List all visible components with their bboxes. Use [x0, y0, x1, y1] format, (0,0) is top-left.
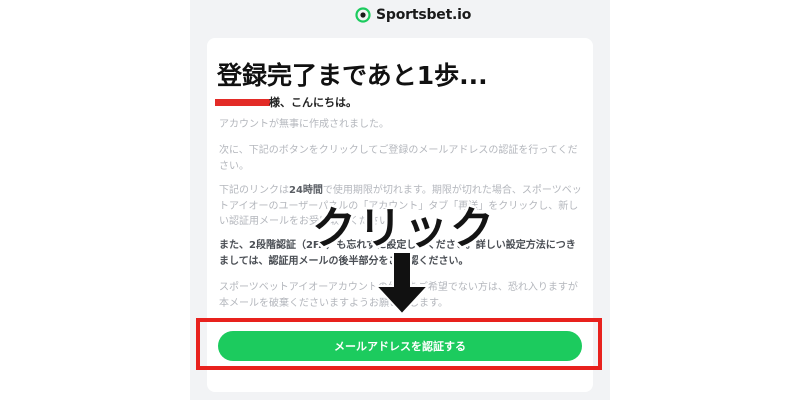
down-arrow-icon	[374, 252, 430, 314]
brand-header: Sportsbet.io	[355, 4, 471, 26]
account-created-text: アカウントが無事に作成されました。	[219, 119, 389, 130]
sportsbet-logo-icon	[355, 7, 371, 23]
link-expiry-before: 下記のリンクは	[219, 185, 289, 196]
verify-email-button[interactable]: メールアドレスを認証する	[218, 331, 582, 361]
greeting-text: 様、こんにちは。	[269, 96, 357, 109]
click-annotation-label: クリック	[312, 203, 496, 254]
email-title: 登録完了まであと1歩...	[217, 61, 488, 90]
redacted-username	[215, 99, 270, 106]
brand-name: Sportsbet.io	[376, 7, 472, 23]
verify-instruction-text: 次に、下記のボタンをクリックしてご登録のメールアドレスの認証を行ってください。	[219, 145, 578, 172]
